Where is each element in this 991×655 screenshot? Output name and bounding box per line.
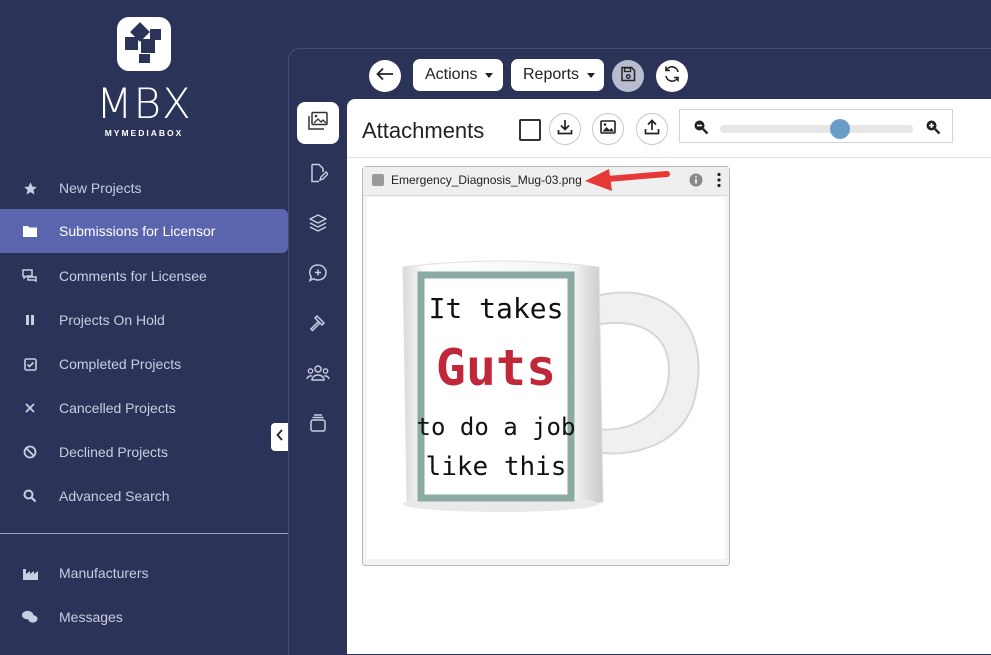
messages-icon [22,609,38,625]
download-button[interactable] [549,113,581,145]
tab-comments[interactable] [297,254,339,296]
sidebar: MBX MYMEDIABOX New Projects Submissions … [0,0,288,654]
select-all-checkbox[interactable] [519,119,541,141]
sidebar-item-label: Messages [59,609,123,625]
arrow-left-icon [376,67,394,86]
layers-icon [308,213,328,238]
sidebar-item-label: Completed Projects [59,356,182,372]
stack-icon [308,413,328,438]
mug-text-line2: Guts [436,339,556,397]
sidebar-item-label: Manufacturers [59,565,149,581]
x-icon [22,400,38,416]
brand-name: MBX [96,79,192,128]
sidebar-item-new-projects[interactable]: New Projects [0,166,288,210]
sidebar-item-messages[interactable]: Messages [0,595,288,639]
tab-archive[interactable] [297,404,339,446]
attachment-card[interactable]: Emergency_Diagnosis_Mug-03.png It takes … [362,166,730,566]
annotation-arrow-icon [585,169,670,191]
sidebar-item-label: Declined Projects [59,444,168,460]
attachment-preview-image[interactable]: It takes Guts to do a job like this [367,197,725,559]
sidebar-item-label: Cancelled Projects [59,400,176,416]
refresh-icon [663,65,681,88]
save-button[interactable] [612,60,644,92]
back-button[interactable] [369,60,401,92]
sidebar-item-manufacturers[interactable]: Manufacturers [0,551,288,595]
tab-document-edit[interactable] [297,154,339,196]
file-edit-icon [308,163,329,188]
star-icon [22,180,38,196]
sidebar-item-cancelled-projects[interactable]: Cancelled Projects [0,386,288,430]
refresh-button[interactable] [656,60,688,92]
panel-divider [347,157,991,158]
checkbox-icon [22,356,38,372]
actions-dropdown[interactable]: Actions [413,59,503,91]
sidebar-item-comments-for-licensee[interactable]: Comments for Licensee [0,254,288,298]
sidebar-item-declined-projects[interactable]: Declined Projects [0,430,288,474]
tab-attachments[interactable] [297,102,339,144]
upload-button[interactable] [636,113,668,145]
tab-layers[interactable] [297,204,339,246]
reports-label: Reports [523,66,580,83]
upload-icon [644,118,660,140]
tab-legal[interactable] [297,304,339,346]
sidebar-item-submissions-for-licensor[interactable]: Submissions for Licensor [0,209,288,253]
actions-label: Actions [425,66,478,83]
pause-icon [22,312,38,328]
info-icon[interactable] [689,173,703,192]
zoom-in-icon[interactable] [925,119,941,140]
collapse-sidebar-button[interactable] [271,423,288,451]
zoom-slider-thumb[interactable] [829,119,850,139]
caret-down-icon [587,72,596,78]
users-icon [306,363,330,388]
sidebar-item-label: Projects On Hold [59,312,165,328]
more-vertical-icon[interactable] [717,172,721,193]
comment-plus-icon [308,263,328,288]
attachment-select-checkbox[interactable] [372,174,384,186]
zoom-control [679,109,953,143]
search-icon [22,488,38,504]
tab-users[interactable] [297,354,339,396]
sidebar-item-label: Comments for Licensee [59,268,207,284]
zoom-out-icon[interactable] [693,119,709,140]
mug-text-line3: to do a job [417,413,576,441]
ban-icon [22,444,38,460]
attachment-filename: Emergency_Diagnosis_Mug-03.png [391,173,582,187]
mbx-logo-icon [117,17,171,71]
zoom-slider[interactable] [720,119,913,139]
sidebar-item-label: New Projects [59,180,142,196]
brand-tagline: MYMEDIABOX [104,128,184,138]
sidebar-item-projects-on-hold[interactable]: Projects On Hold [0,298,288,342]
caret-down-icon [485,72,494,78]
comments-icon [22,268,38,284]
sidebar-item-completed-projects[interactable]: Completed Projects [0,342,288,386]
sidebar-item-label: Submissions for Licensor [59,223,216,239]
page-title: Attachments [362,118,485,143]
sidebar-item-advanced-search[interactable]: Advanced Search [0,474,288,518]
attachments-panel: Attachments Emergency_Diagnosis_Mug-03.p [347,99,991,654]
sidebar-divider [0,533,288,534]
download-icon [557,119,573,140]
gavel-icon [308,313,328,338]
image-button[interactable] [592,113,624,145]
images-icon [307,111,329,136]
folder-icon [22,223,38,239]
factory-icon [22,565,38,581]
sidebar-item-label: Advanced Search [59,488,170,504]
mug-text-line1: It takes [429,292,564,325]
reports-dropdown[interactable]: Reports [511,59,604,91]
image-icon [600,119,616,139]
mug-text-line4: like this [426,452,567,482]
floppy-disk-icon [620,66,636,87]
chevron-left-icon [275,428,284,446]
